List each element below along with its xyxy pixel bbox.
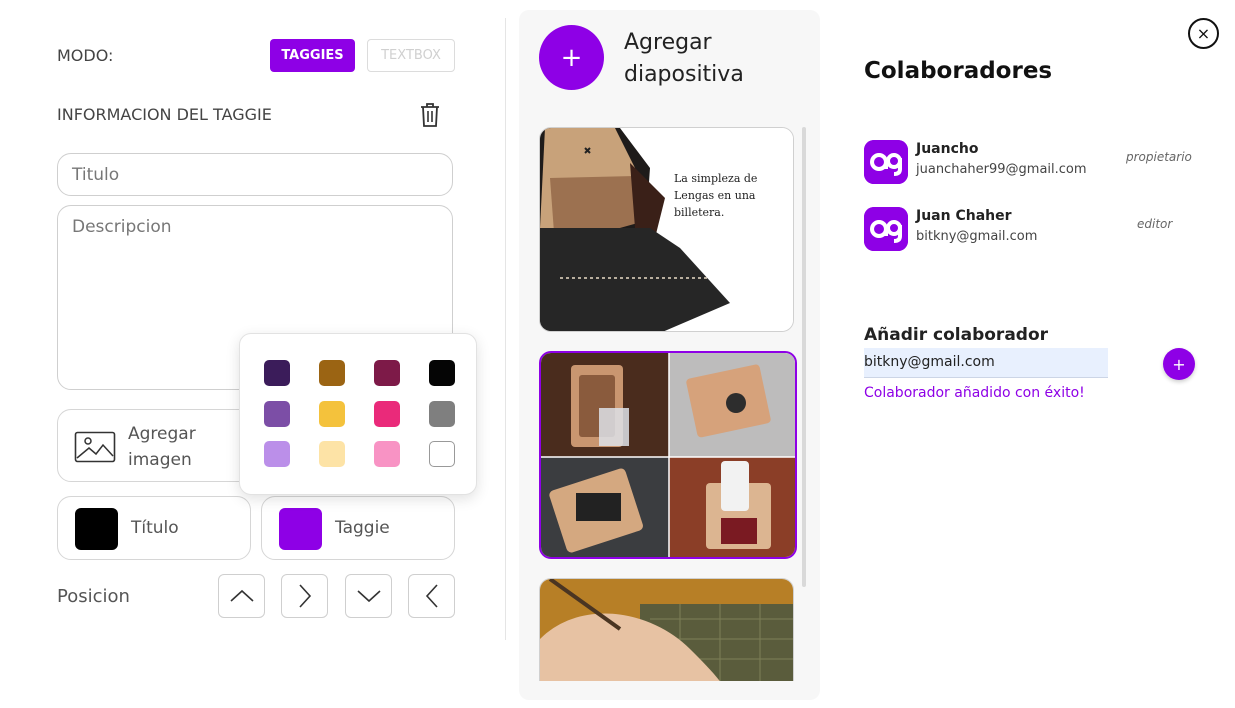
color-chip[interactable]	[374, 401, 400, 427]
taggie-color-label: Taggie	[335, 518, 390, 538]
avatar	[864, 140, 908, 184]
collaborator-name: Juancho	[916, 141, 979, 157]
trash-icon[interactable]	[417, 101, 443, 129]
mode-textbox-button[interactable]: TEXTBOX	[367, 39, 455, 72]
collaborator-item: Juan Chaher bitkny@gmail.com editor	[864, 207, 1204, 251]
mode-label: MODO:	[57, 46, 114, 65]
move-left-button[interactable]	[408, 574, 455, 618]
color-chip[interactable]	[319, 401, 345, 427]
close-icon: ×	[1196, 24, 1211, 43]
color-chip[interactable]	[264, 360, 290, 386]
position-label: Posicion	[57, 586, 130, 607]
title-color-swatch	[75, 508, 118, 550]
move-right-button[interactable]	[281, 574, 328, 618]
collaborator-email: bitkny@gmail.com	[916, 229, 1038, 244]
color-chip[interactable]	[319, 360, 345, 386]
collaborator-role: editor	[1137, 217, 1173, 231]
wallet-photo-image: La simpleza de Lengas en una billetera.	[540, 128, 793, 331]
color-chip[interactable]	[374, 360, 400, 386]
slide-caption-line: Lengas en una	[674, 189, 756, 202]
collaborator-email: juanchaher99@gmail.com	[916, 162, 1087, 177]
panel-divider	[505, 18, 506, 640]
collaborator-email-input[interactable]: bitkny@gmail.com	[864, 348, 1108, 378]
move-up-button[interactable]	[218, 574, 265, 618]
color-chip[interactable]	[319, 441, 345, 467]
description-placeholder: Descripcion	[72, 217, 172, 237]
color-chip[interactable]	[264, 441, 290, 467]
add-collaborator-title: Añadir colaborador	[864, 325, 1049, 345]
taggie-editor-panel: MODO: TAGGIES TEXTBOX INFORMACION DEL TA…	[0, 0, 505, 708]
taggie-color-selector[interactable]: Taggie	[261, 496, 455, 560]
ag-logo-icon	[864, 207, 908, 251]
ag-logo-icon	[864, 140, 908, 184]
chevron-up-icon	[229, 589, 254, 602]
add-slide-label[interactable]: Agregar diapositiva	[624, 27, 794, 91]
title-color-label: Título	[131, 518, 179, 538]
title-placeholder: Titulo	[72, 165, 120, 185]
mode-taggies-button[interactable]: TAGGIES	[270, 39, 355, 72]
color-picker-popup	[239, 333, 477, 495]
slide-thumbnail-selected[interactable]	[539, 351, 797, 559]
color-chip[interactable]	[264, 401, 290, 427]
close-button[interactable]: ×	[1188, 18, 1219, 49]
slides-scrollbar[interactable]	[802, 127, 806, 587]
title-input[interactable]: Titulo	[57, 153, 453, 196]
collaborators-title: Colaboradores	[864, 58, 1053, 84]
image-icon	[74, 431, 116, 463]
leather-crafting-photo-image	[540, 579, 793, 681]
success-message: Colaborador añadido con éxito!	[864, 385, 1085, 401]
add-collaborator-button[interactable]: +	[1163, 348, 1195, 380]
slide-caption: La simpleza de	[674, 172, 757, 185]
color-chip[interactable]	[429, 401, 455, 427]
wooden-trays-photo-image	[541, 353, 795, 557]
slide-thumbnail[interactable]: La simpleza de Lengas en una billetera.	[539, 127, 794, 332]
slide-thumbnail[interactable]	[539, 578, 794, 681]
avatar	[864, 207, 908, 251]
slide-list[interactable]: La simpleza de Lengas en una billetera.	[539, 127, 799, 681]
color-chip[interactable]	[429, 360, 455, 386]
collaborator-name: Juan Chaher	[916, 208, 1012, 224]
taggie-color-swatch	[279, 508, 322, 550]
taggie-info-label: INFORMACION DEL TAGGIE	[57, 105, 272, 124]
title-color-selector[interactable]: Título	[57, 496, 251, 560]
chevron-left-icon	[425, 584, 438, 608]
add-image-label: Agregar imagen	[128, 424, 196, 470]
add-image-button[interactable]: Agregar imagen	[57, 409, 257, 482]
color-chip[interactable]	[429, 441, 455, 467]
move-down-button[interactable]	[345, 574, 392, 618]
slide-caption-line: billetera.	[674, 206, 724, 219]
collaborator-item: Juancho juanchaher99@gmail.com propietar…	[864, 140, 1204, 184]
color-chip[interactable]	[374, 441, 400, 467]
chevron-right-icon	[298, 584, 311, 608]
collaborator-role: propietario	[1126, 150, 1192, 164]
chevron-down-icon	[356, 590, 381, 603]
slides-panel: + Agregar diapositiva La simpleza de Len…	[519, 10, 820, 700]
add-slide-button[interactable]: +	[539, 25, 604, 90]
